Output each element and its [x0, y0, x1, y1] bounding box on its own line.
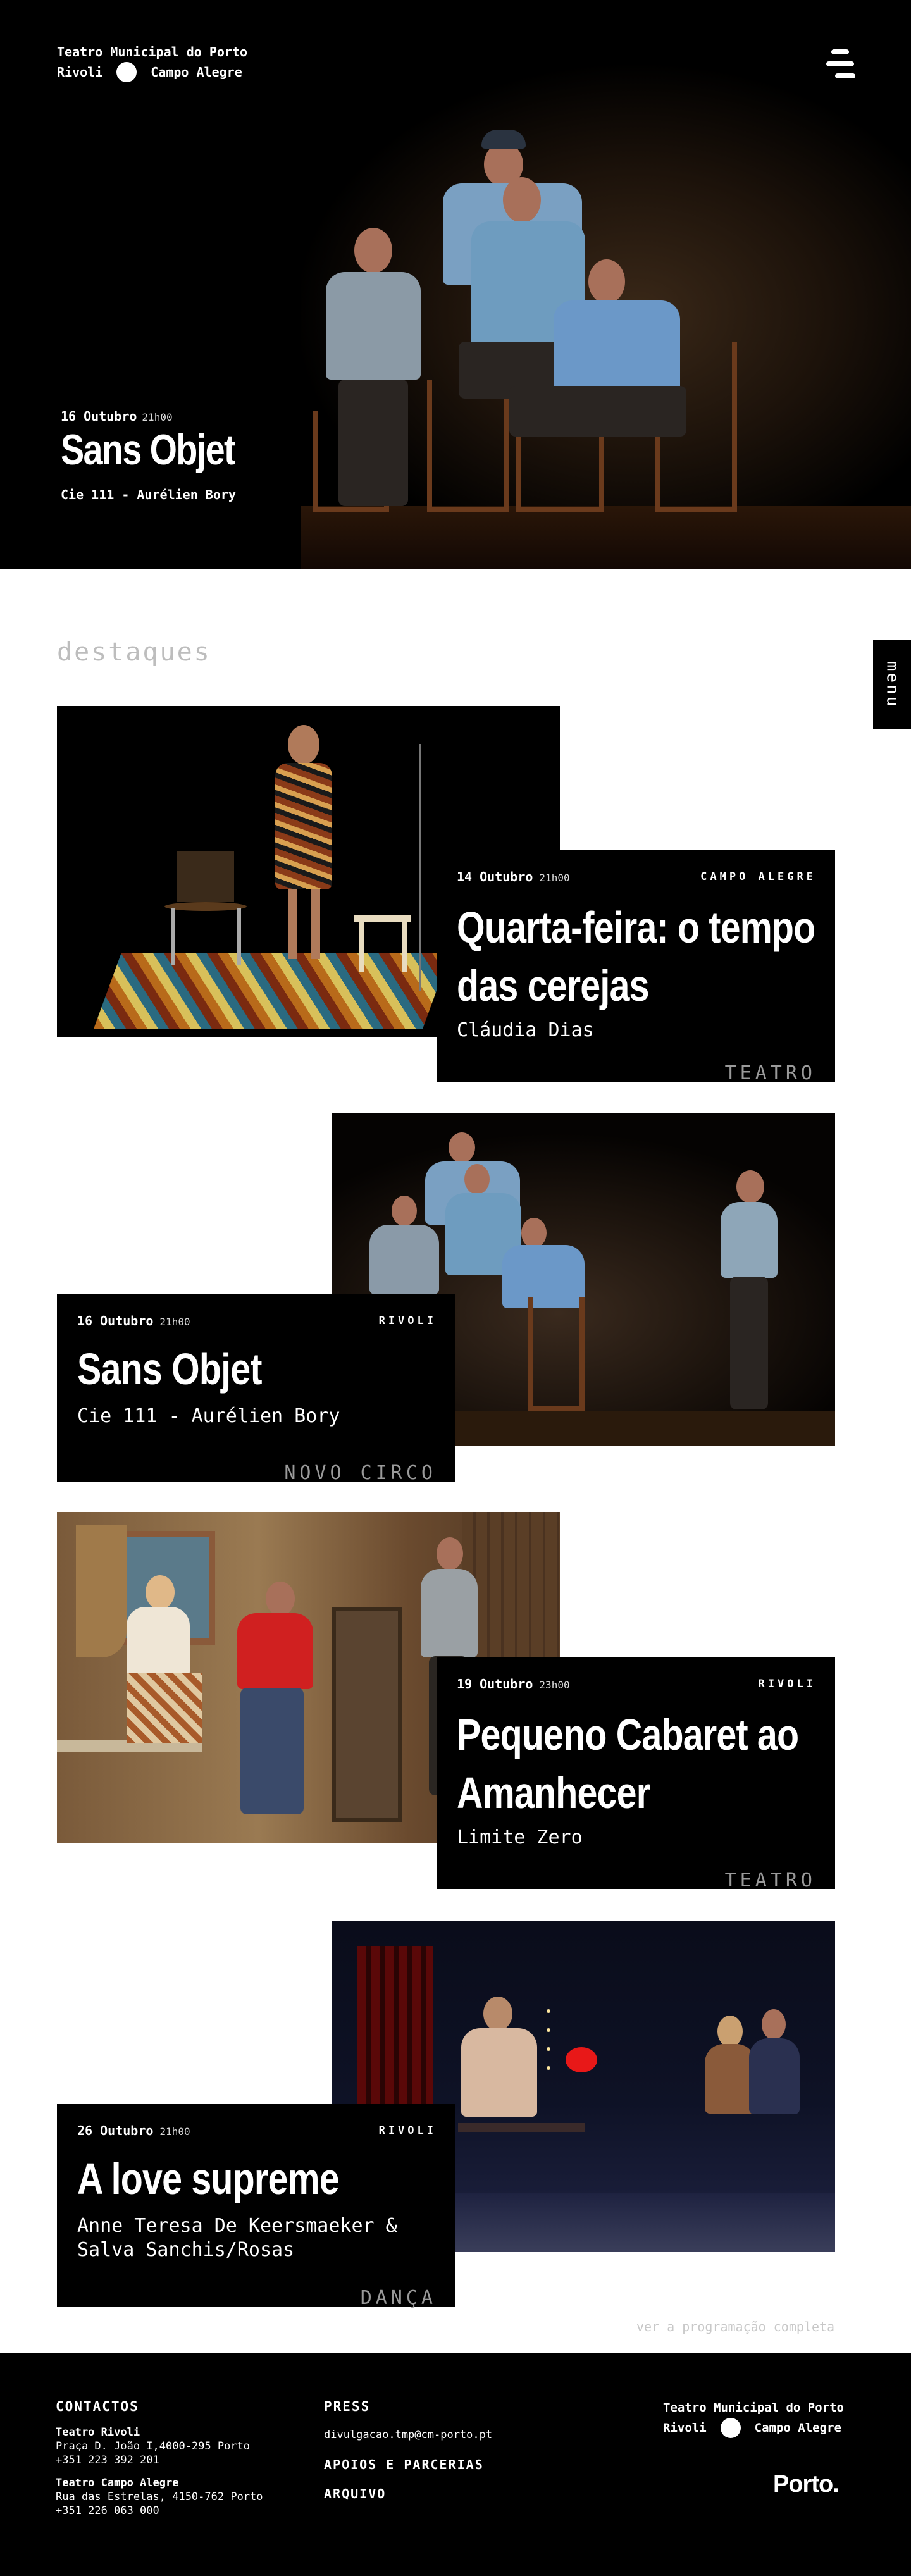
event-card-4[interactable]: 26 Outubro 21h00 RIVOLI A love supreme An…	[57, 2104, 456, 2309]
card-title-line-1: A love supreme	[77, 2154, 340, 2203]
card-date-day: 16 Outubro	[77, 1313, 154, 1328]
footer-rivoli-address: Praça D. João I,4000-295 Porto	[56, 2440, 251, 2453]
footer-brand-venue-campo-alegre: Campo Alegre	[754, 2421, 841, 2435]
brand-dot-icon	[116, 62, 137, 82]
footer-rivoli-phone[interactable]: +351 223 392 201	[56, 2453, 159, 2467]
footer-campo-name: Teatro Campo Alegre	[56, 2477, 179, 2489]
hero-date: 16 Outubro 21h00	[61, 409, 173, 424]
menu-tab-label: menu	[883, 660, 902, 709]
brand-venue-campo-alegre: Campo Alegre	[151, 65, 242, 80]
footer-press-heading: PRESS	[324, 2399, 371, 2414]
hero-banner[interactable]: Teatro Municipal do Porto Rivoli Campo A…	[0, 0, 911, 569]
footer-brand-name: Teatro Municipal do Porto	[663, 2401, 844, 2415]
footer-brand-logo[interactable]: Teatro Municipal do Porto Rivoli Campo A…	[663, 2398, 844, 2438]
event-card-1[interactable]: 14 Outubro 21h00 CAMPO ALEGRE Quarta-feir…	[437, 850, 835, 1084]
footer-partners-link[interactable]: APOIOS E PARCERIAS	[324, 2457, 484, 2472]
card-venue: RIVOLI	[378, 2124, 437, 2137]
card-artist: Cie 111 - Aurélien Bory	[77, 1405, 340, 1427]
card-title-line-2: das cerejas	[457, 961, 650, 1010]
porto-logo[interactable]: Porto.	[773, 2471, 840, 2498]
card-date-time: 21h00	[159, 1316, 190, 1328]
card-date: 14 Outubro 21h00	[457, 869, 570, 884]
card-venue: CAMPO ALEGRE	[700, 870, 816, 883]
card-venue: RIVOLI	[758, 1678, 816, 1690]
card-date-time: 21h00	[539, 872, 570, 884]
brand-venue-rivoli: Rivoli	[57, 65, 103, 80]
card-date-day: 19 Outubro	[457, 1676, 533, 1692]
card-date-time: 21h00	[159, 2126, 190, 2138]
card-artist: Limite Zero	[457, 1826, 583, 1848]
brand-logo[interactable]: Teatro Municipal do Porto Rivoli Campo A…	[57, 42, 247, 82]
hamburger-menu-icon[interactable]	[826, 49, 859, 78]
event-card-3[interactable]: 19 Outubro 23h00 RIVOLI Pequeno Cabaret a…	[437, 1657, 835, 1892]
card-artist-line-1: Anne Teresa De Keersmaeker &	[77, 2215, 397, 2237]
card-genre: TEATRO	[724, 1062, 816, 1084]
brand-name: Teatro Municipal do Porto	[57, 44, 248, 59]
hero-photo	[301, 0, 911, 569]
card-title-line-1: Pequeno Cabaret ao	[457, 1710, 799, 1759]
menu-tab[interactable]: menu	[873, 640, 911, 729]
card-venue: RIVOLI	[378, 1315, 437, 1327]
card-artist: Cláudia Dias	[457, 1019, 594, 1041]
card-date-day: 26 Outubro	[77, 2123, 154, 2138]
card-genre: TEATRO	[724, 1869, 816, 1892]
footer: CONTACTOS Teatro Rivoli Praça D. João I,…	[0, 2353, 911, 2576]
section-title: destaques	[57, 638, 211, 667]
hero-date-day: 16 Outubro	[61, 409, 137, 424]
card-title-line-1: Quarta-feira: o tempo	[457, 903, 815, 952]
card-date: 19 Outubro 23h00	[457, 1676, 570, 1692]
hero-date-time: 21h00	[142, 411, 173, 423]
card-date: 16 Outubro 21h00	[77, 1313, 190, 1328]
hero-artist: Cie 111 - Aurélien Bory	[61, 487, 236, 502]
card-genre: NOVO CIRCO	[284, 1462, 437, 1484]
card-date-time: 23h00	[539, 1679, 570, 1691]
card-artist-line-2: Salva Sanchis/Rosas	[77, 2239, 295, 2261]
card-title-line-1: Sans Objet	[77, 1344, 262, 1394]
footer-brand-dot-icon	[720, 2418, 741, 2438]
card-date: 26 Outubro 21h00	[77, 2123, 190, 2138]
card-title-line-2: Amanhecer	[457, 1768, 650, 1817]
card-genre: DANÇA	[360, 2287, 437, 2309]
footer-archive-link[interactable]: ARQUIVO	[324, 2486, 386, 2501]
event-card-2[interactable]: 16 Outubro 21h00 RIVOLI Sans Objet Cie 11…	[57, 1294, 456, 1484]
footer-campo-phone[interactable]: +351 226 063 000	[56, 2504, 159, 2518]
footer-campo-address: Rua das Estrelas, 4150-762 Porto	[56, 2491, 263, 2503]
footer-rivoli-name: Teatro Rivoli	[56, 2426, 140, 2439]
see-full-program-link[interactable]: ver a programação completa	[636, 2319, 834, 2334]
hero-title[interactable]: Sans Objet	[61, 425, 236, 474]
footer-press-email[interactable]: divulgacao.tmp@cm-porto.pt	[324, 2428, 492, 2442]
card-date-day: 14 Outubro	[457, 869, 533, 884]
footer-contacts-heading: CONTACTOS	[56, 2399, 139, 2414]
footer-brand-venue-rivoli: Rivoli	[663, 2421, 707, 2435]
